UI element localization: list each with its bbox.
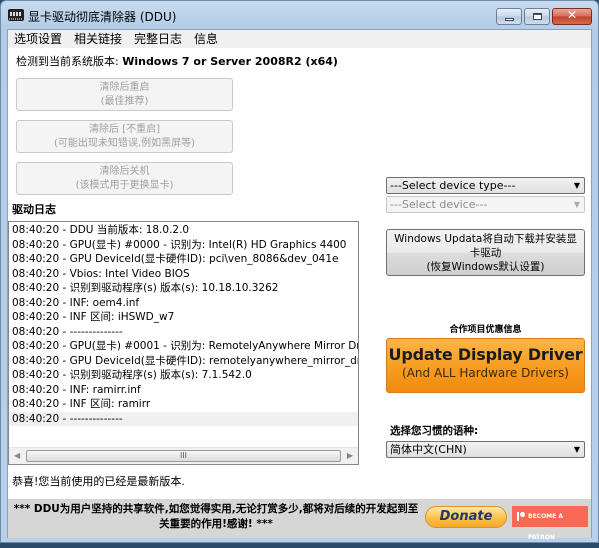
button-label: 清除后 [不重启] xyxy=(89,124,160,135)
update-display-driver-button[interactable]: Update Display Driver (And ALL Hardware … xyxy=(386,338,585,393)
status-message: 恭喜!您当前使用的已经是最新版本. xyxy=(12,475,185,488)
language-label: 选择您习惯的语种: xyxy=(390,425,479,437)
select-value: ---Select device--- xyxy=(390,198,488,211)
button-label: 清除后关机 xyxy=(99,166,150,177)
become-patron-button[interactable]: BECOME A PATRON xyxy=(512,506,588,541)
log-line[interactable]: 08:40:20 - -------------- xyxy=(9,325,358,340)
log-line[interactable]: 08:40:20 - GPU(显卡) #0000 - 识别为: Intel(R)… xyxy=(9,238,358,253)
os-label: 检测到当前系统版本: xyxy=(16,55,123,68)
device-type-select[interactable]: ---Select device type--- ▼ xyxy=(386,177,585,194)
os-value: Windows 7 or Server 2008R2 (x64) xyxy=(122,55,338,68)
scroll-left-icon[interactable]: ◀ xyxy=(14,451,20,460)
close-icon: ✕ xyxy=(566,8,578,22)
close-button[interactable]: ✕ xyxy=(552,8,592,25)
log-line[interactable]: 08:40:20 - 识别到驱动程序(s) 版本(s): 10.18.10.32… xyxy=(9,281,358,296)
button-label: 卡驱动 xyxy=(469,247,502,259)
patreon-icon xyxy=(517,512,525,521)
menu-bar: 选项设置 相关链接 完整日志 信息 xyxy=(8,30,591,48)
button-sublabel: (最佳推荐) xyxy=(100,96,149,107)
button-sublabel: (恢复Windows默认设置) xyxy=(426,261,545,273)
patron-label: BECOME A PATRON xyxy=(528,513,563,541)
select-value: ---Select device type--- xyxy=(390,179,516,192)
donation-message: *** DDU为用户坚持的共享软件,如您觉得实用,无论打赏多少,都将对后续的开发… xyxy=(13,503,419,530)
log-line[interactable]: 08:40:20 - 识别到驱动程序(s) 版本(s): 7.1.542.0 xyxy=(9,368,358,383)
language-select[interactable]: 简体中文(CHN) ▼ xyxy=(386,441,585,458)
scroll-right-icon[interactable]: ▶ xyxy=(347,451,353,460)
app-window: 显卡驱动彻底清除器 (DDU) ✕ 选项设置 相关链接 完整日志 信息 检测到当… xyxy=(0,0,599,543)
log-line[interactable]: 08:40:20 - GPU(显卡) #0001 - 识别为: Remotely… xyxy=(9,339,358,354)
log-line[interactable]: 08:40:20 - DDU 当前版本: 18.0.2.0 xyxy=(9,223,358,238)
button-label: 清除后重启 xyxy=(99,82,150,93)
chevron-down-icon: ▼ xyxy=(573,181,580,190)
log-line[interactable]: 08:40:20 - INF 区间: ramirr xyxy=(9,397,358,412)
clean-and-restart-button[interactable]: 清除后重启 (最佳推荐) xyxy=(16,78,233,111)
select-value: 简体中文(CHN) xyxy=(390,443,467,456)
menu-info[interactable]: 信息 xyxy=(188,30,224,48)
app-icon xyxy=(8,9,24,21)
donate-button[interactable]: Donate xyxy=(425,506,507,528)
log-line[interactable]: 08:40:20 - GPU DeviceId(显卡硬件ID): pci\ven… xyxy=(9,252,358,267)
log-line[interactable]: 08:40:20 - INF 区间: iHSWD_w7 xyxy=(9,310,358,325)
maximize-icon xyxy=(533,13,542,20)
clean-and-shutdown-button[interactable]: 清除后关机 (该模式用于更换显卡) xyxy=(16,162,233,195)
device-select[interactable]: ---Select device--- ▼ xyxy=(386,196,585,213)
clean-no-restart-button[interactable]: 清除后 [不重启] (可能出现未知错误,例如黑屏等) xyxy=(16,120,233,153)
button-label: Windows Updata将自动下载并安装显 xyxy=(394,233,577,245)
menu-options[interactable]: 选项设置 xyxy=(8,30,68,48)
log-line[interactable]: 08:40:20 - GPU DeviceId(显卡硬件ID): remotel… xyxy=(9,354,358,369)
title-bar[interactable]: 显卡驱动彻底清除器 (DDU) ✕ xyxy=(1,1,598,29)
button-sublabel: (该模式用于更换显卡) xyxy=(75,180,174,191)
log-line[interactable]: 08:40:20 - -------------- xyxy=(9,411,358,426)
ad-title: Update Display Driver xyxy=(388,345,583,364)
ad-subtitle: (And ALL Hardware Drivers) xyxy=(402,366,569,380)
chevron-down-icon: ▼ xyxy=(573,200,580,209)
driver-log[interactable]: 08:40:20 - DDU 当前版本: 18.0.2.0 08:40:20 - … xyxy=(8,221,359,465)
log-label: 驱动日志 xyxy=(12,203,56,216)
log-line[interactable]: 08:40:20 - INF: ramirr.inf xyxy=(9,383,358,398)
log-line[interactable]: 08:40:20 - INF: oem4.inf xyxy=(9,296,358,311)
button-sublabel: (可能出现未知错误,例如黑屏等) xyxy=(54,138,195,149)
window-title: 显卡驱动彻底清除器 (DDU) xyxy=(28,10,177,24)
os-detection: 检测到当前系统版本: Windows 7 or Server 2008R2 (x… xyxy=(16,53,338,69)
partner-label: 合作项目优惠信息 xyxy=(449,325,522,335)
log-list: 08:40:20 - DDU 当前版本: 18.0.2.0 08:40:20 - … xyxy=(9,223,358,426)
menu-full-log[interactable]: 完整日志 xyxy=(128,30,188,48)
minimize-icon xyxy=(505,18,514,21)
menu-links[interactable]: 相关链接 xyxy=(68,30,128,48)
horizontal-scrollbar[interactable]: ◀ III ▶ xyxy=(9,447,358,464)
chevron-down-icon: ▼ xyxy=(573,445,580,454)
windows-update-button[interactable]: Windows Updata将自动下载并安装显 卡驱动 (恢复Windows默认… xyxy=(386,229,585,276)
scroll-thumb[interactable]: III xyxy=(26,450,341,462)
client-area: 选项设置 相关链接 完整日志 信息 检测到当前系统版本: Windows 7 o… xyxy=(7,29,592,541)
footer: *** DDU为用户坚持的共享软件,如您觉得实用,无论打赏多少,都将对后续的开发… xyxy=(8,499,591,541)
log-line[interactable]: 08:40:20 - Vbios: Intel Video BIOS xyxy=(9,267,358,282)
maximize-button[interactable] xyxy=(524,8,550,25)
minimize-button[interactable] xyxy=(496,8,522,25)
